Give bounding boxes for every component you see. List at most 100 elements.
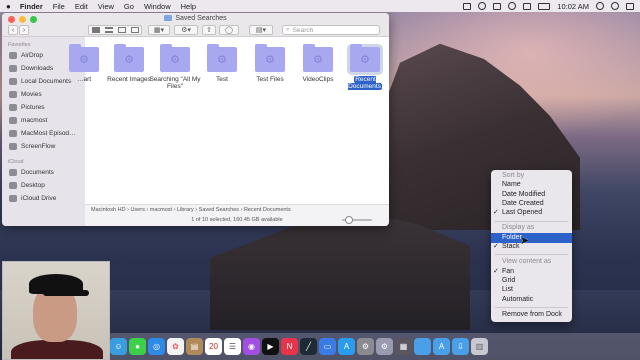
group-button[interactable]: ▦▾	[148, 25, 170, 35]
movies-icon	[9, 91, 17, 98]
cloud-icon	[9, 195, 17, 202]
stocks-icon[interactable]: ╱	[300, 338, 317, 355]
icon-view-icon[interactable]	[91, 27, 100, 33]
reminders-icon[interactable]: ☰	[224, 338, 241, 355]
tags-button[interactable]: ◯	[219, 25, 239, 35]
path-crumb[interactable]: Users	[130, 207, 144, 213]
webcam-overlay	[2, 261, 110, 360]
messages-icon[interactable]: ●	[129, 338, 146, 355]
siri-icon[interactable]	[611, 2, 619, 10]
tv-icon[interactable]: ▶	[262, 338, 279, 355]
sidebar-item-documents[interactable]: Documents	[9, 169, 85, 176]
share-button[interactable]: ⇧	[202, 25, 216, 35]
titlebar: Saved Searches ‹ › ▦▾ ⚙▾ ⇧ ◯ ▤▾ ⌕ Search	[2, 13, 389, 37]
menu-app-finder[interactable]: Finder	[20, 2, 43, 11]
smart-folder-icon	[207, 44, 237, 72]
sidebar-item-pictures[interactable]: Pictures	[9, 104, 85, 111]
trash-icon[interactable]: ▥	[471, 338, 488, 355]
sidebar-item-movies[interactable]: Movies	[9, 91, 85, 98]
menu-item-view-automatic[interactable]: Automatic	[491, 295, 572, 305]
mouse-pointer-icon: ➤	[520, 235, 530, 247]
dock-stack-context-menu: Sort by Name Date Modified Date Created …	[491, 170, 572, 322]
smart-folder-icon	[160, 44, 190, 72]
display-icon[interactable]	[493, 2, 502, 10]
menubar-clock[interactable]: 10:02 AM	[557, 2, 589, 11]
forward-button[interactable]: ›	[19, 25, 29, 35]
menu-separator	[495, 221, 568, 222]
menu-file[interactable]: File	[53, 2, 65, 11]
file-item[interactable]: Test	[195, 44, 249, 83]
sidebar-item-icloud-drive[interactable]: iCloud Drive	[9, 195, 85, 202]
automator-icon[interactable]: ⚙	[376, 338, 393, 355]
path-crumb[interactable]: Library	[177, 207, 194, 213]
file-item[interactable]: Searching "All My Files"	[148, 44, 202, 90]
notes-icon[interactable]: ▤	[186, 338, 203, 355]
menu-window[interactable]: Window	[144, 2, 171, 11]
volume-icon[interactable]	[523, 2, 532, 10]
search-input[interactable]: ⌕ Search	[282, 25, 380, 35]
airdrop-icon	[9, 52, 17, 59]
downloads-icon[interactable]: ⇩	[452, 338, 469, 355]
menu-item-view-list[interactable]: List	[491, 285, 572, 295]
downloads-icon	[9, 65, 17, 72]
safari-icon[interactable]: ◎	[148, 338, 165, 355]
spotlight-icon[interactable]	[596, 2, 604, 10]
battery-icon[interactable]	[538, 2, 551, 10]
sidebar-header-favorites: Favorites	[8, 42, 31, 48]
icon-size-slider-knob[interactable]	[345, 216, 353, 224]
action-button[interactable]: ⚙▾	[174, 25, 198, 35]
checkmark-icon: ✓	[493, 243, 499, 250]
file-item[interactable]: VideoClips	[291, 44, 345, 83]
pictures-icon	[9, 104, 17, 111]
sidebar-item-macmost-episodes[interactable]: MacMost Episod…	[9, 130, 85, 137]
path-crumb[interactable]: Recent Documents	[244, 207, 291, 213]
list-view-icon[interactable]	[104, 27, 113, 33]
calendar-icon[interactable]: 20	[205, 338, 222, 355]
menu-help[interactable]: Help	[181, 2, 196, 11]
applications-folder-icon[interactable]: A	[433, 338, 450, 355]
menu-item-sort-last-opened[interactable]: ✓ Last Opened	[491, 208, 572, 218]
menu-item-remove-from-dock[interactable]: Remove from Dock	[491, 310, 572, 320]
path-crumb[interactable]: Saved Searches	[199, 207, 239, 213]
checkmark-icon: ✓	[493, 209, 499, 216]
stack-folder-icon[interactable]: ▦	[395, 338, 412, 355]
file-item[interactable]: Test Files	[243, 44, 297, 83]
menu-go[interactable]: Go	[124, 2, 134, 11]
photos-icon[interactable]: ✿	[167, 338, 184, 355]
sidebar-item-desktop[interactable]: Desktop	[9, 182, 85, 189]
keynote-icon[interactable]: ▭	[319, 338, 336, 355]
menu-header-view-content: View content as	[502, 258, 552, 265]
sidebar-item-screenflow[interactable]: ScreenFlow	[9, 143, 85, 150]
home-icon	[9, 117, 17, 124]
folder-icon	[164, 15, 173, 21]
system-prefs-icon[interactable]: ⚙	[357, 338, 374, 355]
news-icon[interactable]: N	[281, 338, 298, 355]
view-mode-segmented[interactable]	[88, 25, 142, 35]
menu-item-sort-name[interactable]: Name	[491, 180, 572, 190]
finder-icon[interactable]: ☺	[110, 338, 127, 355]
folder-icon[interactable]	[414, 338, 431, 355]
back-button[interactable]: ‹	[8, 25, 18, 35]
path-crumb[interactable]: macmost	[150, 207, 172, 213]
folder-icon	[9, 130, 17, 137]
menu-item-display-stack[interactable]: ✓ Stack	[491, 242, 572, 252]
file-grid: …art Recent Images Searching "All My Fil…	[69, 37, 389, 207]
time-machine-icon[interactable]	[478, 2, 487, 10]
dropbox-button[interactable]: ▤▾	[249, 25, 273, 35]
app-store-icon[interactable]: A	[338, 338, 355, 355]
menu-edit[interactable]: Edit	[75, 2, 88, 11]
menu-view[interactable]: View	[98, 2, 114, 11]
column-view-icon[interactable]	[117, 27, 126, 33]
file-item-selected[interactable]: Recent Documents	[338, 44, 389, 90]
path-crumb[interactable]: Macintosh HD	[91, 207, 126, 213]
notification-center-icon[interactable]	[626, 2, 634, 10]
presenter-shirt	[11, 340, 103, 359]
wifi-icon[interactable]	[508, 2, 517, 10]
gallery-view-icon[interactable]	[130, 27, 139, 33]
sidebar-item-macmost[interactable]: macmost	[9, 117, 85, 124]
podcasts-icon[interactable]: ◉	[243, 338, 260, 355]
screen-icon[interactable]	[463, 2, 472, 10]
smart-folder-icon	[350, 44, 380, 72]
presenter-cap-brim	[43, 290, 89, 296]
apple-menu-icon[interactable]: ●	[6, 2, 11, 11]
